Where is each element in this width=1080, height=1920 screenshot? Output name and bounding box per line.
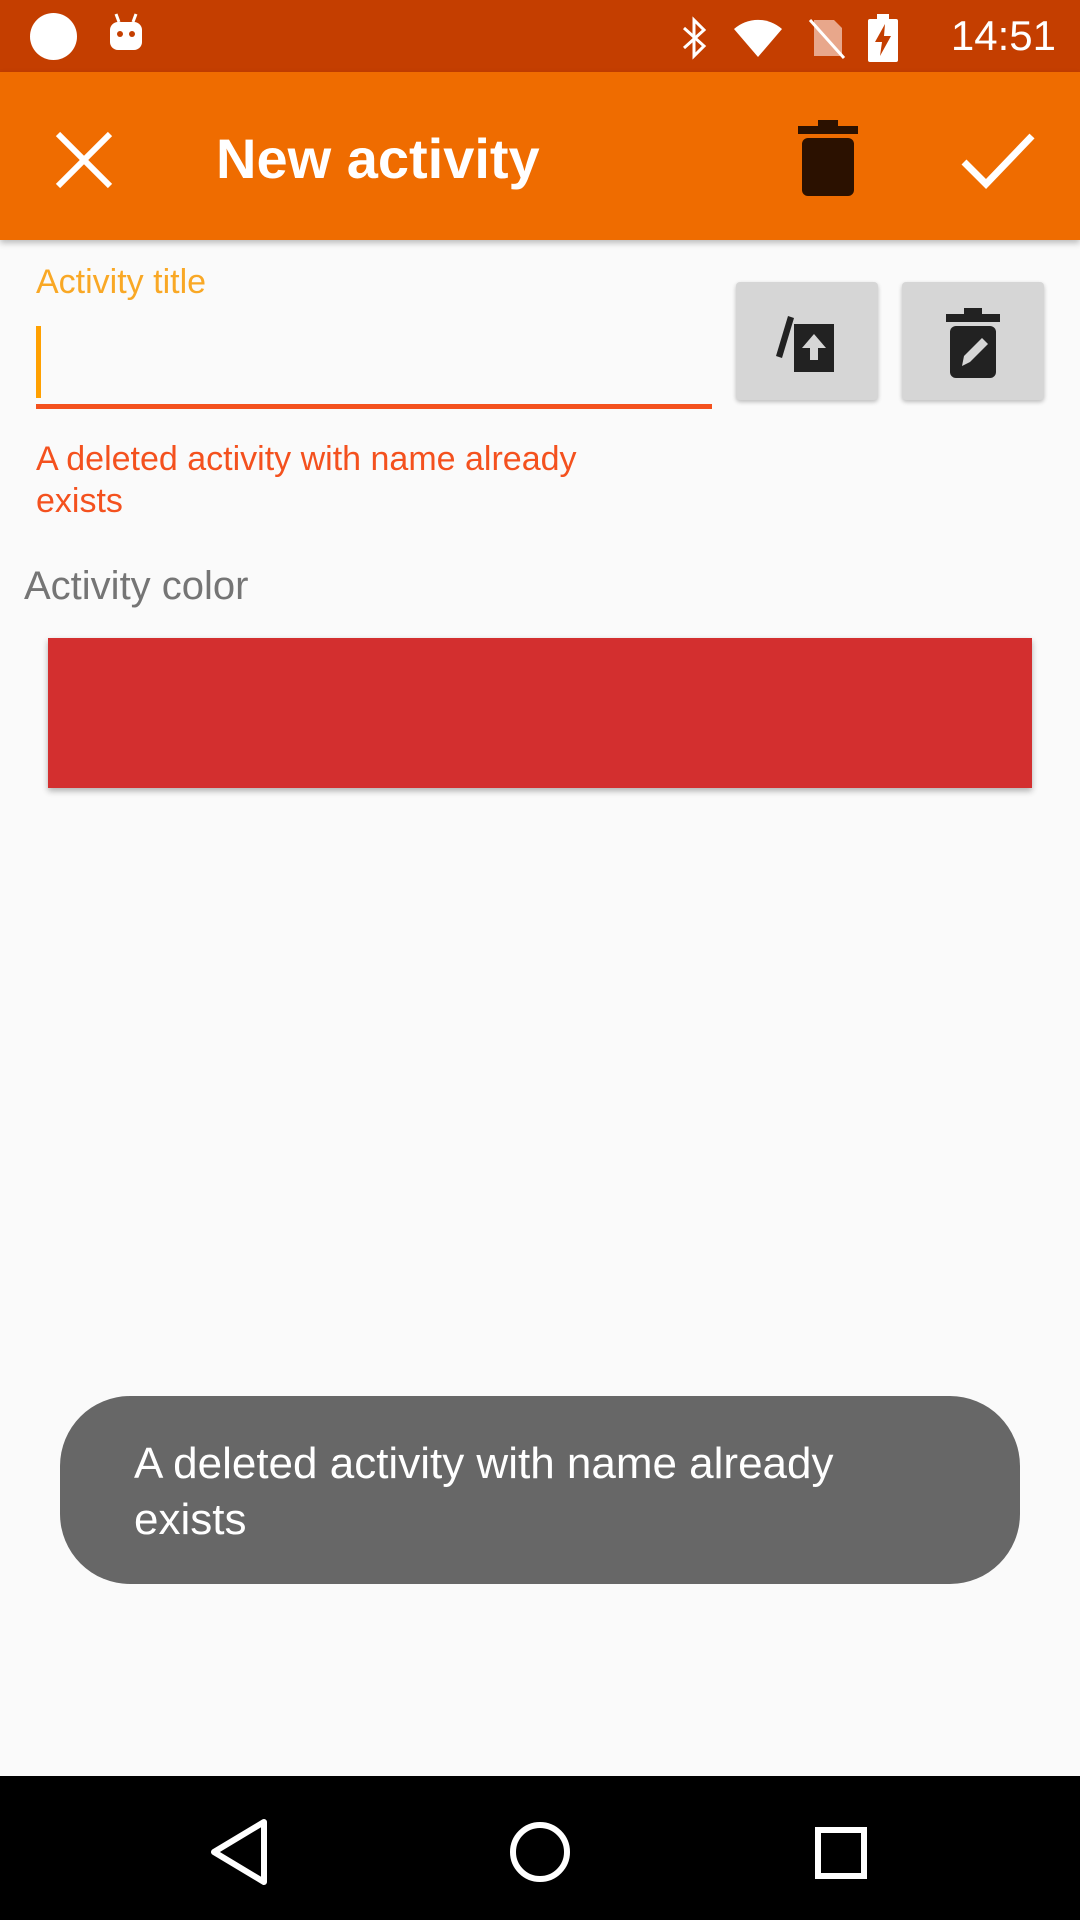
trash-icon[interactable] bbox=[796, 118, 860, 198]
battery-charging-icon bbox=[868, 14, 898, 62]
bluetooth-icon bbox=[682, 16, 707, 60]
error-message: A deleted activity with name already exi… bbox=[36, 440, 577, 520]
navigation-bar bbox=[0, 1776, 1080, 1920]
check-icon[interactable] bbox=[960, 128, 1036, 192]
input-underline bbox=[36, 404, 712, 409]
home-icon[interactable] bbox=[500, 1812, 580, 1892]
circle-notification-icon bbox=[30, 13, 77, 60]
no-sim-icon bbox=[808, 18, 846, 60]
close-icon[interactable] bbox=[48, 124, 120, 196]
activity-color-swatch[interactable] bbox=[48, 638, 1032, 788]
edit-trash-icon bbox=[946, 308, 1000, 378]
toast: A deleted activity with name already exi… bbox=[60, 1396, 1020, 1584]
restore-deleted-button[interactable] bbox=[736, 282, 878, 400]
wifi-icon bbox=[734, 19, 782, 57]
page-title: New activity bbox=[216, 127, 540, 190]
android-icon bbox=[110, 13, 142, 50]
status-bar: 14:51 bbox=[0, 0, 1080, 72]
recents-icon[interactable] bbox=[800, 1812, 880, 1892]
clock: 14:51 bbox=[950, 12, 1056, 59]
back-icon[interactable] bbox=[200, 1812, 280, 1892]
activity-title-field[interactable] bbox=[36, 318, 712, 410]
restore-upload-icon bbox=[776, 316, 834, 372]
activity-title-label: Activity title bbox=[36, 263, 207, 301]
app-bar: New activity bbox=[0, 72, 1080, 240]
text-cursor bbox=[36, 326, 41, 398]
activity-title-input[interactable] bbox=[36, 318, 712, 400]
activity-color-label: Activity color bbox=[24, 564, 249, 608]
edit-deleted-button[interactable] bbox=[902, 282, 1044, 400]
toast-message: A deleted activity with name already exi… bbox=[134, 1439, 834, 1544]
